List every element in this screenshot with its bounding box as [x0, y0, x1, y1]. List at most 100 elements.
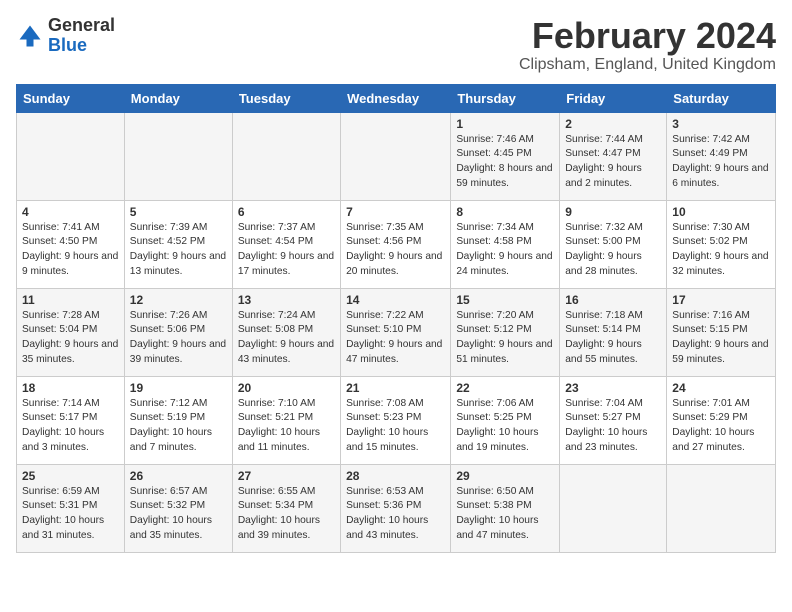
- calendar-cell: 24Sunrise: 7:01 AMSunset: 5:29 PMDayligh…: [667, 376, 776, 464]
- week-row-1: 4 Sunrise: 7:41 AMSunset: 4:50 PMDaylight…: [17, 200, 776, 288]
- day-info: Sunrise: 6:57 AMSunset: 5:32 PMDaylight:…: [130, 485, 227, 544]
- day-number: 26: [130, 469, 227, 483]
- logo-general: General: [48, 16, 115, 36]
- day-number: 6: [238, 205, 335, 219]
- calendar-cell: 14 Sunrise: 7:22 AMSunset: 5:10 PMDayligh…: [341, 288, 451, 376]
- calendar-cell: 15 Sunrise: 7:20 AMSunset: 5:12 PMDayligh…: [451, 288, 560, 376]
- calendar-cell: 10 Sunrise: 7:30 AMSunset: 5:02 PMDayligh…: [667, 200, 776, 288]
- calendar-cell: 8Sunrise: 7:34 AMSunset: 4:58 PMDaylight…: [451, 200, 560, 288]
- calendar-cell: 4 Sunrise: 7:41 AMSunset: 4:50 PMDaylight…: [17, 200, 125, 288]
- day-info: Sunrise: 7:30 AMSunset: 5:02 PMDaylight:…: [672, 221, 770, 280]
- calendar-cell: [341, 112, 451, 200]
- day-info: Sunrise: 7:44 AMSunset: 4:47 PMDaylight:…: [565, 133, 661, 192]
- day-info: Sunrise: 7:26 AMSunset: 5:06 PMDaylight:…: [130, 309, 227, 368]
- day-info: Sunrise: 7:37 AMSunset: 4:54 PMDaylight:…: [238, 221, 335, 280]
- calendar-cell: [124, 112, 232, 200]
- calendar-table: SundayMondayTuesdayWednesdayThursdayFrid…: [16, 84, 776, 553]
- day-info: Sunrise: 6:53 AMSunset: 5:36 PMDaylight:…: [346, 485, 445, 544]
- day-number: 2: [565, 117, 661, 131]
- week-row-3: 18Sunrise: 7:14 AMSunset: 5:17 PMDayligh…: [17, 376, 776, 464]
- day-number: 14: [346, 293, 445, 307]
- calendar-cell: 17Sunrise: 7:16 AMSunset: 5:15 PMDayligh…: [667, 288, 776, 376]
- logo-blue: Blue: [48, 36, 115, 56]
- header-cell-tuesday: Tuesday: [232, 84, 340, 112]
- day-number: 13: [238, 293, 335, 307]
- calendar-cell: 26 Sunrise: 6:57 AMSunset: 5:32 PMDayligh…: [124, 464, 232, 552]
- header-cell-thursday: Thursday: [451, 84, 560, 112]
- week-row-0: 1Sunrise: 7:46 AMSunset: 4:45 PMDaylight…: [17, 112, 776, 200]
- day-number: 22: [456, 381, 554, 395]
- calendar-cell: [17, 112, 125, 200]
- day-number: 9: [565, 205, 661, 219]
- day-number: 5: [130, 205, 227, 219]
- calendar-cell: 23 Sunrise: 7:04 AMSunset: 5:27 PMDayligh…: [560, 376, 667, 464]
- day-number: 7: [346, 205, 445, 219]
- calendar-cell: 18Sunrise: 7:14 AMSunset: 5:17 PMDayligh…: [17, 376, 125, 464]
- calendar-cell: 22 Sunrise: 7:06 AMSunset: 5:25 PMDayligh…: [451, 376, 560, 464]
- header-cell-wednesday: Wednesday: [341, 84, 451, 112]
- day-info: Sunrise: 7:20 AMSunset: 5:12 PMDaylight:…: [456, 309, 554, 368]
- calendar-cell: [667, 464, 776, 552]
- calendar-cell: 2 Sunrise: 7:44 AMSunset: 4:47 PMDaylight…: [560, 112, 667, 200]
- day-number: 11: [22, 293, 119, 307]
- day-number: 16: [565, 293, 661, 307]
- calendar-cell: 11 Sunrise: 7:28 AMSunset: 5:04 PMDayligh…: [17, 288, 125, 376]
- header-row: SundayMondayTuesdayWednesdayThursdayFrid…: [17, 84, 776, 112]
- day-number: 1: [456, 117, 554, 131]
- day-number: 4: [22, 205, 119, 219]
- day-info: Sunrise: 7:22 AMSunset: 5:10 PMDaylight:…: [346, 309, 445, 368]
- calendar-cell: 29 Sunrise: 6:50 AMSunset: 5:38 PMDayligh…: [451, 464, 560, 552]
- header-cell-monday: Monday: [124, 84, 232, 112]
- day-info: Sunrise: 6:55 AMSunset: 5:34 PMDaylight:…: [238, 485, 335, 544]
- calendar-cell: 7Sunrise: 7:35 AMSunset: 4:56 PMDaylight…: [341, 200, 451, 288]
- day-info: Sunrise: 7:04 AMSunset: 5:27 PMDaylight:…: [565, 397, 661, 456]
- day-info: Sunrise: 7:24 AMSunset: 5:08 PMDaylight:…: [238, 309, 335, 368]
- day-number: 15: [456, 293, 554, 307]
- calendar-cell: 27 Sunrise: 6:55 AMSunset: 5:34 PMDayligh…: [232, 464, 340, 552]
- header-cell-sunday: Sunday: [17, 84, 125, 112]
- logo-text: General Blue: [48, 16, 115, 56]
- day-info: Sunrise: 7:32 AMSunset: 5:00 PMDaylight:…: [565, 221, 661, 280]
- calendar-cell: 16 Sunrise: 7:18 AMSunset: 5:14 PMDayligh…: [560, 288, 667, 376]
- calendar-cell: 12 Sunrise: 7:26 AMSunset: 5:06 PMDayligh…: [124, 288, 232, 376]
- calendar-cell: 13 Sunrise: 7:24 AMSunset: 5:08 PMDayligh…: [232, 288, 340, 376]
- day-info: Sunrise: 6:50 AMSunset: 5:38 PMDaylight:…: [456, 485, 554, 544]
- day-number: 29: [456, 469, 554, 483]
- header: General Blue February 2024 Clipsham, Eng…: [16, 16, 776, 74]
- calendar-cell: 5 Sunrise: 7:39 AMSunset: 4:52 PMDaylight…: [124, 200, 232, 288]
- calendar-cell: 25 Sunrise: 6:59 AMSunset: 5:31 PMDayligh…: [17, 464, 125, 552]
- day-info: Sunrise: 6:59 AMSunset: 5:31 PMDaylight:…: [22, 485, 119, 544]
- day-info: Sunrise: 7:16 AMSunset: 5:15 PMDaylight:…: [672, 309, 770, 368]
- calendar-cell: 3Sunrise: 7:42 AMSunset: 4:49 PMDaylight…: [667, 112, 776, 200]
- month-title: February 2024: [519, 16, 776, 56]
- day-number: 24: [672, 381, 770, 395]
- day-info: Sunrise: 7:41 AMSunset: 4:50 PMDaylight:…: [22, 221, 119, 280]
- day-info: Sunrise: 7:18 AMSunset: 5:14 PMDaylight:…: [565, 309, 661, 368]
- calendar-cell: 21 Sunrise: 7:08 AMSunset: 5:23 PMDayligh…: [341, 376, 451, 464]
- day-info: Sunrise: 7:08 AMSunset: 5:23 PMDaylight:…: [346, 397, 445, 456]
- week-row-4: 25 Sunrise: 6:59 AMSunset: 5:31 PMDayligh…: [17, 464, 776, 552]
- day-number: 21: [346, 381, 445, 395]
- calendar-cell: [560, 464, 667, 552]
- calendar-cell: 9 Sunrise: 7:32 AMSunset: 5:00 PMDaylight…: [560, 200, 667, 288]
- day-info: Sunrise: 7:28 AMSunset: 5:04 PMDaylight:…: [22, 309, 119, 368]
- day-number: 20: [238, 381, 335, 395]
- day-info: Sunrise: 7:39 AMSunset: 4:52 PMDaylight:…: [130, 221, 227, 280]
- day-info: Sunrise: 7:12 AMSunset: 5:19 PMDaylight:…: [130, 397, 227, 456]
- day-info: Sunrise: 7:06 AMSunset: 5:25 PMDaylight:…: [456, 397, 554, 456]
- day-number: 27: [238, 469, 335, 483]
- week-row-2: 11 Sunrise: 7:28 AMSunset: 5:04 PMDayligh…: [17, 288, 776, 376]
- day-number: 12: [130, 293, 227, 307]
- calendar-cell: 19 Sunrise: 7:12 AMSunset: 5:19 PMDayligh…: [124, 376, 232, 464]
- day-info: Sunrise: 7:10 AMSunset: 5:21 PMDaylight:…: [238, 397, 335, 456]
- day-number: 10: [672, 205, 770, 219]
- calendar-cell: 28 Sunrise: 6:53 AMSunset: 5:36 PMDayligh…: [341, 464, 451, 552]
- day-number: 18: [22, 381, 119, 395]
- day-number: 25: [22, 469, 119, 483]
- day-number: 8: [456, 205, 554, 219]
- day-number: 23: [565, 381, 661, 395]
- logo-icon: [16, 22, 44, 50]
- day-number: 28: [346, 469, 445, 483]
- header-cell-friday: Friday: [560, 84, 667, 112]
- day-number: 19: [130, 381, 227, 395]
